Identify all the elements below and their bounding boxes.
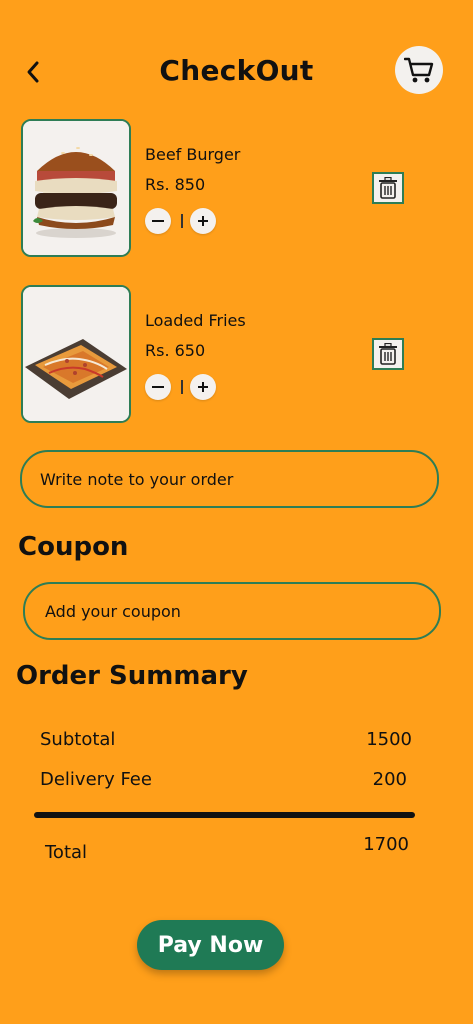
burger-photo	[23, 121, 129, 255]
order-summary-heading: Order Summary	[16, 661, 248, 691]
item-name: Loaded Fries	[145, 311, 246, 330]
pay-now-label: Pay Now	[157, 932, 264, 958]
plus-icon	[198, 216, 208, 226]
fries-photo	[23, 287, 129, 421]
quantity-divider	[181, 380, 183, 394]
decrease-quantity-button[interactable]	[145, 208, 171, 234]
decrease-quantity-button[interactable]	[145, 374, 171, 400]
delete-item-button[interactable]	[372, 338, 404, 370]
minus-icon	[152, 386, 164, 388]
subtotal-label: Subtotal	[40, 729, 116, 750]
increase-quantity-button[interactable]	[190, 374, 216, 400]
total-value: 1700	[363, 834, 409, 855]
loaded-fries-image	[21, 285, 131, 423]
total-label: Total	[45, 842, 88, 863]
cart-icon	[404, 57, 434, 83]
coupon-placeholder: Add your coupon	[45, 601, 181, 621]
subtotal-value: 1500	[366, 729, 412, 750]
coupon-heading: Coupon	[18, 532, 129, 562]
item-price: Rs. 850	[145, 175, 206, 194]
delivery-fee-label: Delivery Fee	[40, 769, 152, 790]
pay-now-button[interactable]: Pay Now	[137, 920, 284, 970]
summary-divider	[34, 812, 415, 818]
order-note-input[interactable]: Write note to your order	[20, 450, 439, 508]
cart-button[interactable]	[395, 46, 443, 94]
plus-icon	[198, 382, 208, 392]
delete-item-button[interactable]	[372, 172, 404, 204]
quantity-divider	[181, 214, 183, 228]
minus-icon	[152, 220, 164, 222]
order-note-placeholder: Write note to your order	[40, 469, 234, 489]
delivery-fee-value: 200	[372, 769, 407, 790]
item-name: Beef Burger	[145, 145, 241, 164]
trash-icon	[379, 177, 397, 199]
item-price: Rs. 650	[145, 341, 206, 360]
coupon-input[interactable]: Add your coupon	[23, 582, 441, 640]
beef-burger-image	[21, 119, 131, 257]
trash-icon	[379, 343, 397, 365]
increase-quantity-button[interactable]	[190, 208, 216, 234]
